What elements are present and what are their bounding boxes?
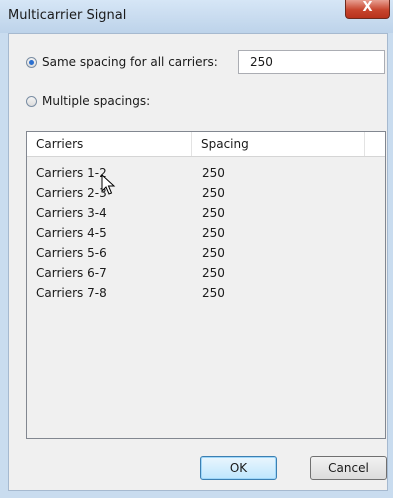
carrier-pair-cell: Carriers 7-8 [36, 286, 107, 300]
ok-button[interactable]: OK [200, 456, 277, 480]
carrier-spacing-list[interactable]: Carriers Spacing Carriers 1-2 250 Carriers… [26, 131, 386, 439]
multiple-spacings-radio[interactable] [26, 95, 37, 107]
table-row[interactable]: Carriers 1-2 250 [27, 164, 385, 184]
spacing-input[interactable]: 250 [238, 50, 385, 74]
spacing-value-cell[interactable]: 250 [202, 246, 225, 260]
window-title: Multicarrier Signal [8, 8, 127, 23]
carrier-pair-cell: Carriers 4-5 [36, 226, 107, 240]
list-header: Carriers Spacing [27, 132, 385, 157]
table-row[interactable]: Carriers 7-8 250 [27, 284, 385, 304]
spacing-value-cell[interactable]: 250 [202, 186, 225, 200]
column-header-spacing[interactable]: Spacing [192, 132, 365, 156]
table-row[interactable]: Carriers 6-7 250 [27, 264, 385, 284]
table-row[interactable]: Carriers 4-5 250 [27, 224, 385, 244]
column-header-filler [365, 132, 385, 156]
column-header-carriers[interactable]: Carriers [27, 132, 192, 156]
cancel-button[interactable]: Cancel [310, 456, 387, 480]
carrier-pair-cell: Carriers 2-3 [36, 186, 107, 200]
multiple-spacings-option[interactable]: Multiple spacings: [26, 94, 150, 108]
spacing-value-cell[interactable]: 250 [202, 266, 225, 280]
table-row[interactable]: Carriers 3-4 250 [27, 204, 385, 224]
same-spacing-option[interactable]: Same spacing for all carriers: [26, 55, 218, 69]
spacing-value-cell[interactable]: 250 [202, 166, 225, 180]
carrier-pair-cell: Carriers 1-2 [36, 166, 107, 180]
close-button[interactable]: X [345, 0, 390, 19]
same-spacing-label: Same spacing for all carriers: [42, 55, 218, 69]
carrier-pair-cell: Carriers 5-6 [36, 246, 107, 260]
mouse-cursor-icon [101, 174, 116, 195]
title-bar[interactable]: Multicarrier Signal X [0, 0, 393, 33]
same-spacing-radio[interactable] [26, 56, 37, 68]
close-icon: X [362, 0, 373, 15]
carrier-pair-cell: Carriers 6-7 [36, 266, 107, 280]
dialog-window: Multicarrier Signal X Same spacing for a… [0, 0, 393, 498]
spacing-value-cell[interactable]: 250 [202, 226, 225, 240]
multiple-spacings-label: Multiple spacings: [42, 94, 151, 108]
spacing-value-cell[interactable]: 250 [202, 286, 225, 300]
carrier-pair-cell: Carriers 3-4 [36, 206, 107, 220]
table-row[interactable]: Carriers 2-3 250 [27, 184, 385, 204]
spacing-value-cell[interactable]: 250 [202, 206, 225, 220]
table-row[interactable]: Carriers 5-6 250 [27, 244, 385, 264]
